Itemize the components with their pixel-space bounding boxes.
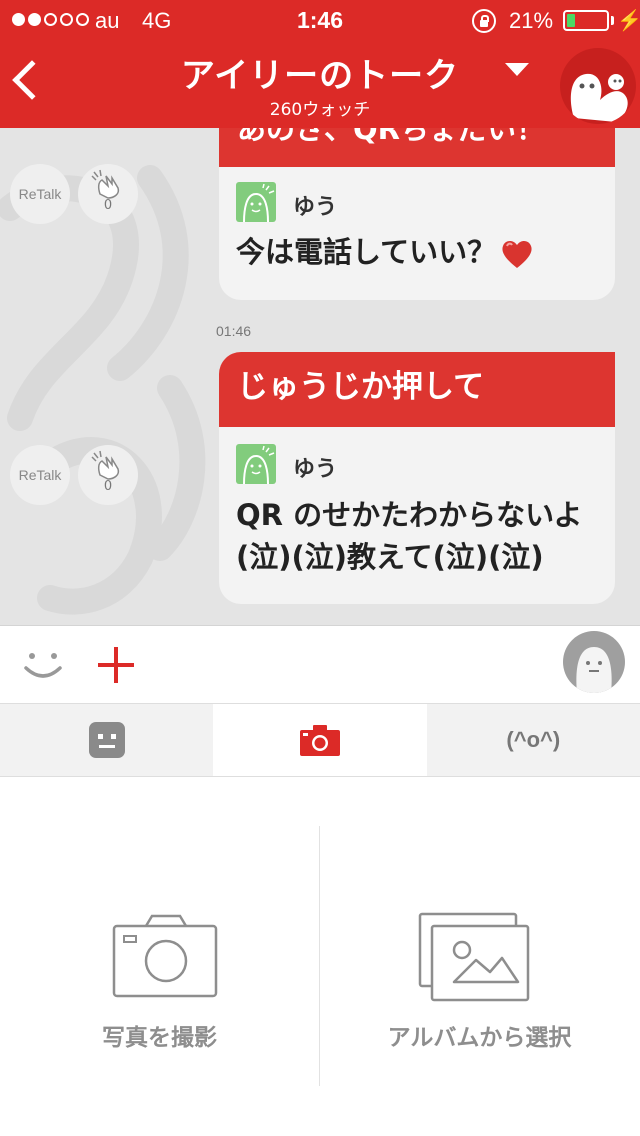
smiley-icon[interactable] [22,648,64,682]
page-title[interactable]: アイリーのトーク [0,48,640,97]
bubble-body: ゆう QR のせかたわからないよ(泣)(泣)教えて(泣)(泣) [219,427,615,604]
battery-fill [567,14,575,27]
plus-icon[interactable] [96,645,136,685]
sender-avatar[interactable] [236,444,276,484]
sender-name: ゆう [293,195,338,220]
message-text: 今は電話していい？ [236,231,595,273]
header: au 4G 1:46 21% ⚡ アイリーのトーク 260ウォッチ [0,0,640,128]
retalk-button[interactable]: ReTalk [10,445,70,505]
message-text: QR のせかたわからないよ(泣)(泣)教えて(泣)(泣) [236,498,583,574]
person-icon [243,183,275,222]
watch-count: 260ウォッチ [269,100,371,120]
message-bubble[interactable]: あのさ、QRちょだい！ ゆう 今は電話していい？ [219,128,615,300]
battery-tip [611,16,614,25]
take-photo-option[interactable]: 写真を撮影 [0,778,319,1136]
tab-kaomoji[interactable]: (^o^) [426,704,640,776]
message-timestamp: 01:46 [216,323,252,339]
photo-panel: 写真を撮影 アルバムから選択 [0,778,640,1136]
ghost-mascot-icon [570,73,628,122]
message-text-content: 今は電話していい？ [236,235,497,269]
take-photo-label: 写真を撮影 [102,1025,217,1051]
stamp-face-icon [88,722,125,758]
clap-count: 0 [103,198,113,213]
my-avatar[interactable] [563,631,625,693]
kaomoji-label: (^o^) [506,727,561,752]
clap-button[interactable]: 0 [78,164,138,224]
clap-button[interactable]: 0 [78,445,138,505]
heart-icon [502,240,532,268]
message-bubble[interactable]: じゅうじか押して ゆう QR のせかたわからないよ(泣)(泣)教えて(泣)(泣) [219,352,615,604]
bubble-header: じゅうじか押して [219,352,615,427]
sender-avatar[interactable] [236,182,276,222]
person-silhouette-icon [576,647,612,693]
battery-icon [563,10,609,31]
battery-percent: 21% [509,8,554,33]
album-icon [418,912,530,1002]
retalk-button[interactable]: ReTalk [10,164,70,224]
dropdown-caret-icon[interactable] [505,63,529,76]
input-mode-tabs: (^o^) [0,703,640,777]
tab-camera[interactable] [213,704,427,776]
choose-album-option[interactable]: アルバムから選択 [320,778,639,1136]
clap-count: 0 [103,479,113,494]
bubble-body: ゆう 今は電話していい？ [219,167,615,300]
camera-outline-icon [112,914,218,998]
rotation-lock-icon [472,9,496,33]
sender-name: ゆう [293,457,338,482]
input-bar [0,625,640,703]
tab-stamp[interactable] [0,704,214,776]
bubble-header: あのさ、QRちょだい！ [219,128,615,167]
status-bar: au 4G 1:46 21% ⚡ [0,0,640,40]
album-label: アルバムから選択 [387,1025,572,1051]
charging-bolt-icon: ⚡ [617,10,640,32]
person-icon [243,445,275,484]
room-avatar[interactable] [560,48,636,124]
chat-area[interactable]: あのさ、QRちょだい！ ゆう 今は電話していい？ ReTalk 0 01:46 … [0,128,640,625]
camera-icon [299,725,340,756]
